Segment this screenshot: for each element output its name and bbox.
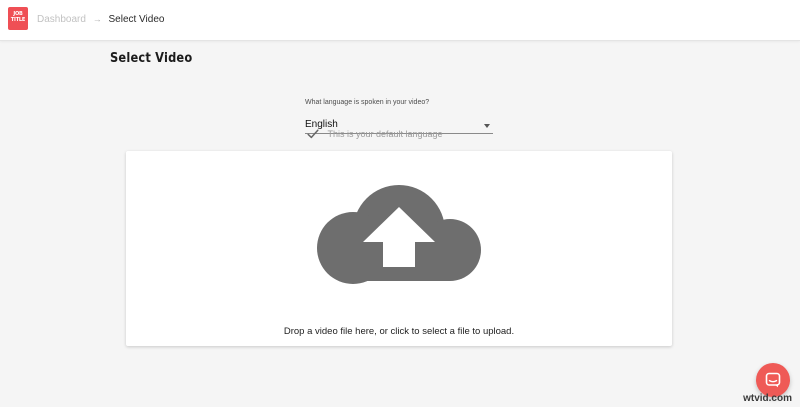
app-logo[interactable]: JOB TITLE: [8, 7, 28, 30]
dropzone-instructions: Drop a video file here, or click to sele…: [283, 326, 515, 337]
page-title: Select Video: [110, 51, 193, 66]
breadcrumb-arrow-icon: →: [92, 14, 102, 24]
dropdown-caret-icon: [484, 124, 490, 128]
breadcrumb: Dashboard → Select Video: [37, 13, 164, 26]
default-language-note: This is your default language: [307, 128, 443, 140]
watermark: wtvid.com: [743, 393, 792, 404]
breadcrumb-dashboard-link[interactable]: Dashboard: [37, 14, 86, 25]
cloud-upload-icon: [317, 185, 481, 284]
check-icon: [307, 129, 319, 139]
language-label: What language is spoken in your video?: [305, 99, 430, 106]
chat-launcher-button[interactable]: [756, 363, 790, 397]
top-bar: JOB TITLE Dashboard → Select Video: [0, 0, 800, 41]
default-language-text: This is your default language: [327, 129, 443, 139]
chat-bubble-icon: [765, 372, 781, 388]
breadcrumb-current: Select Video: [108, 14, 165, 25]
logo-line-2: TITLE: [10, 17, 26, 23]
video-dropzone[interactable]: Drop a video file here, or click to sele…: [126, 151, 672, 346]
